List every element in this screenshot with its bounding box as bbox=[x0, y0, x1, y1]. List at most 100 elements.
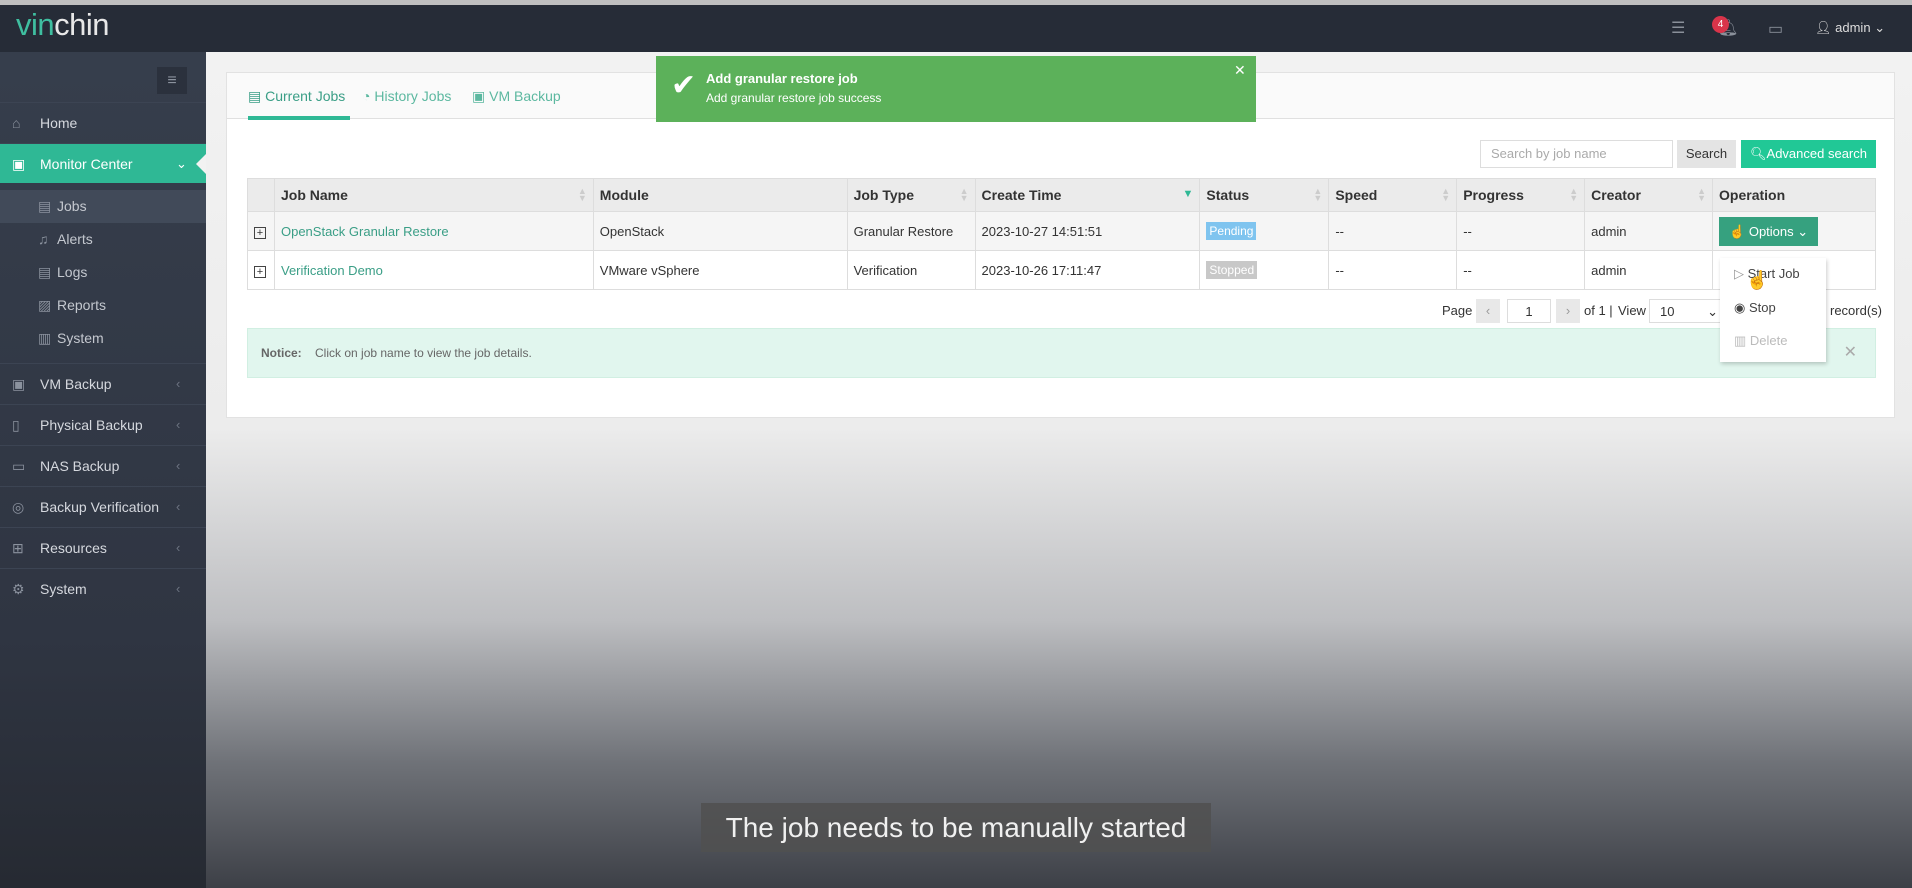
sidebar-item-backup-verification[interactable]: ◎ Backup Verification ‹ bbox=[0, 486, 206, 526]
expand-icon[interactable]: + bbox=[254, 226, 266, 239]
label: Alerts bbox=[57, 231, 93, 247]
chevron-left-icon: ‹ bbox=[176, 458, 181, 473]
next-page-button[interactable]: › bbox=[1556, 299, 1580, 323]
col-create-time[interactable]: Create Time ▼ bbox=[974, 178, 1201, 212]
col-module: Module bbox=[592, 178, 848, 212]
hand-cursor-icon: ☝ bbox=[1746, 270, 1769, 290]
col-status[interactable]: Status ▲ ▼ bbox=[1199, 178, 1330, 212]
task-list-icon[interactable]: ☰ bbox=[1671, 18, 1685, 38]
chevron-left-icon: ‹ bbox=[176, 376, 181, 391]
options-button[interactable]: ☝ Options ⌄ bbox=[1719, 216, 1819, 246]
menu-item-delete[interactable]: ▥ Delete bbox=[1734, 333, 1788, 349]
label: Physical Backup bbox=[40, 417, 143, 433]
label: Backup Verification bbox=[40, 499, 160, 515]
hand-icon: ☝ bbox=[1729, 223, 1746, 239]
chevron-left-icon: ‹ bbox=[176, 499, 181, 514]
page-input[interactable]: 1 bbox=[1507, 299, 1551, 323]
menu-item-stop[interactable]: ◉ Stop bbox=[1734, 300, 1776, 316]
sidebar-item-system-sub[interactable]: ▥ System bbox=[0, 322, 206, 355]
label: Home bbox=[40, 115, 78, 131]
job-type: Granular Restore bbox=[846, 211, 976, 251]
page-label: Page bbox=[1442, 303, 1473, 318]
job-name-link[interactable]: OpenStack Granular Restore bbox=[281, 224, 449, 239]
close-icon[interactable]: ✕ bbox=[1844, 329, 1857, 377]
vinchin-logo[interactable]: vinchin bbox=[16, 7, 110, 43]
label: Module bbox=[599, 187, 649, 203]
label: Stop bbox=[1748, 300, 1776, 315]
sort-icon: ▲ ▼ bbox=[1697, 186, 1707, 203]
col-job-type[interactable]: Job Type ▲ ▼ bbox=[846, 178, 976, 212]
page-total: of 1 | bbox=[1584, 303, 1613, 318]
monitor-icon: ▣ bbox=[12, 156, 26, 172]
vm-icon: ▣ bbox=[472, 88, 486, 104]
menu-toggle-icon[interactable]: ≡ bbox=[157, 67, 187, 94]
sidebar-item-resources[interactable]: ⊞ Resources ‹ bbox=[0, 527, 206, 567]
notice-bar: Notice: Click on job name to view the jo… bbox=[247, 328, 1876, 378]
notice-text: Click on job name to view the job detail… bbox=[315, 346, 532, 360]
chevron-down-icon: ⌄ bbox=[176, 156, 187, 171]
notification-badge: 4 bbox=[1712, 16, 1729, 33]
tab-underline bbox=[248, 116, 350, 120]
chevron-left-icon: ‹ bbox=[176, 581, 181, 596]
user-menu[interactable]: 👤︎ admin ⌄ bbox=[1815, 20, 1885, 36]
col-creator[interactable]: Creator ▲ ▼ bbox=[1584, 178, 1714, 212]
label: Job Name bbox=[280, 187, 348, 203]
search-button[interactable]: Search bbox=[1677, 140, 1736, 168]
label: VM Backup bbox=[40, 376, 112, 392]
chevron-left-icon: ‹ bbox=[176, 417, 181, 432]
monitor-screen-icon[interactable]: ▭ bbox=[1768, 19, 1783, 39]
play-icon: ▷ bbox=[1734, 266, 1744, 281]
status-badge: Pending bbox=[1206, 222, 1257, 240]
stop-icon: ◉ bbox=[1734, 300, 1746, 315]
create-time: 2023-10-26 17:11:47 bbox=[974, 250, 1201, 290]
label: Jobs bbox=[57, 198, 87, 214]
label: System bbox=[57, 330, 104, 346]
tab-vm-backup[interactable]: ▣ VM Backup bbox=[472, 88, 561, 105]
table-header: Job Name ▲ ▼ Module Job Type ▲ ▼ Create Time… bbox=[247, 178, 1876, 212]
close-icon[interactable]: ✕ bbox=[1234, 62, 1246, 79]
sort-icon: ▲ ▼ bbox=[1313, 186, 1323, 203]
sidebar-item-logs[interactable]: ▤ Logs bbox=[0, 256, 206, 289]
notice-label: Notice: bbox=[261, 346, 302, 360]
sidebar-item-home[interactable]: ⌂ Home bbox=[0, 102, 206, 142]
list-icon: ▤ bbox=[38, 198, 52, 214]
grid-icon: ⊞ bbox=[12, 540, 24, 556]
user-icon: 👤︎ bbox=[1815, 20, 1832, 35]
job-name-link[interactable]: Verification Demo bbox=[281, 263, 383, 278]
sort-icon: ▲ ▼ bbox=[577, 186, 587, 203]
label: System bbox=[40, 581, 87, 597]
tab-current-jobs[interactable]: ▤ Current Jobs bbox=[248, 88, 345, 105]
module: OpenStack bbox=[592, 211, 848, 251]
sidebar-item-reports[interactable]: ▨ Reports bbox=[0, 289, 206, 322]
sidebar-item-monitor-center[interactable]: ▣ Monitor Center ⌄ bbox=[0, 143, 206, 183]
advanced-search-button[interactable]: 🔍︎Advanced search bbox=[1741, 140, 1876, 168]
vm-icon: ▣ bbox=[12, 376, 26, 392]
list-icon: ▤ bbox=[248, 88, 262, 104]
chevron-left-icon: ‹ bbox=[176, 540, 181, 555]
sidebar-item-alerts[interactable]: ♫ Alerts bbox=[0, 223, 206, 256]
expand-icon[interactable]: + bbox=[254, 265, 266, 278]
sidebar-item-nas-backup[interactable]: ▭ NAS Backup ‹ bbox=[0, 445, 206, 485]
page-size-select[interactable]: 10 ⌄ bbox=[1649, 299, 1723, 323]
col-job-name[interactable]: Job Name ▲ ▼ bbox=[273, 178, 594, 212]
sidebar-item-vm-backup[interactable]: ▣ VM Backup ‹ bbox=[0, 363, 206, 403]
speed: -- bbox=[1328, 211, 1458, 251]
sort-icon: ▲ ▼ bbox=[959, 186, 969, 203]
sidebar-item-jobs[interactable]: ▤ Jobs bbox=[0, 190, 206, 223]
sidebar-item-physical-backup[interactable]: ▯ Physical Backup ‹ bbox=[0, 404, 206, 444]
sort-icon: ▲ ▼ bbox=[1441, 186, 1451, 203]
label: History Jobs bbox=[374, 88, 452, 104]
search-input[interactable]: Search by job name bbox=[1480, 140, 1673, 168]
username: admin bbox=[1835, 20, 1871, 35]
tab-history-jobs[interactable]: ◔ History Jobs bbox=[362, 88, 451, 104]
sidebar-item-system[interactable]: ⚙ System ‹ bbox=[0, 568, 206, 608]
trash-icon: ▥ bbox=[1734, 333, 1747, 348]
label: Operation bbox=[1719, 187, 1786, 203]
col-progress[interactable]: Progress ▲ ▼ bbox=[1456, 178, 1586, 212]
prev-page-button[interactable]: ‹ bbox=[1476, 299, 1500, 323]
server-icon: ▯ bbox=[12, 417, 20, 433]
label: Delete bbox=[1749, 333, 1788, 348]
col-speed[interactable]: Speed ▲ ▼ bbox=[1328, 178, 1458, 212]
label: Resources bbox=[40, 540, 107, 556]
label: Job Type bbox=[853, 187, 914, 203]
